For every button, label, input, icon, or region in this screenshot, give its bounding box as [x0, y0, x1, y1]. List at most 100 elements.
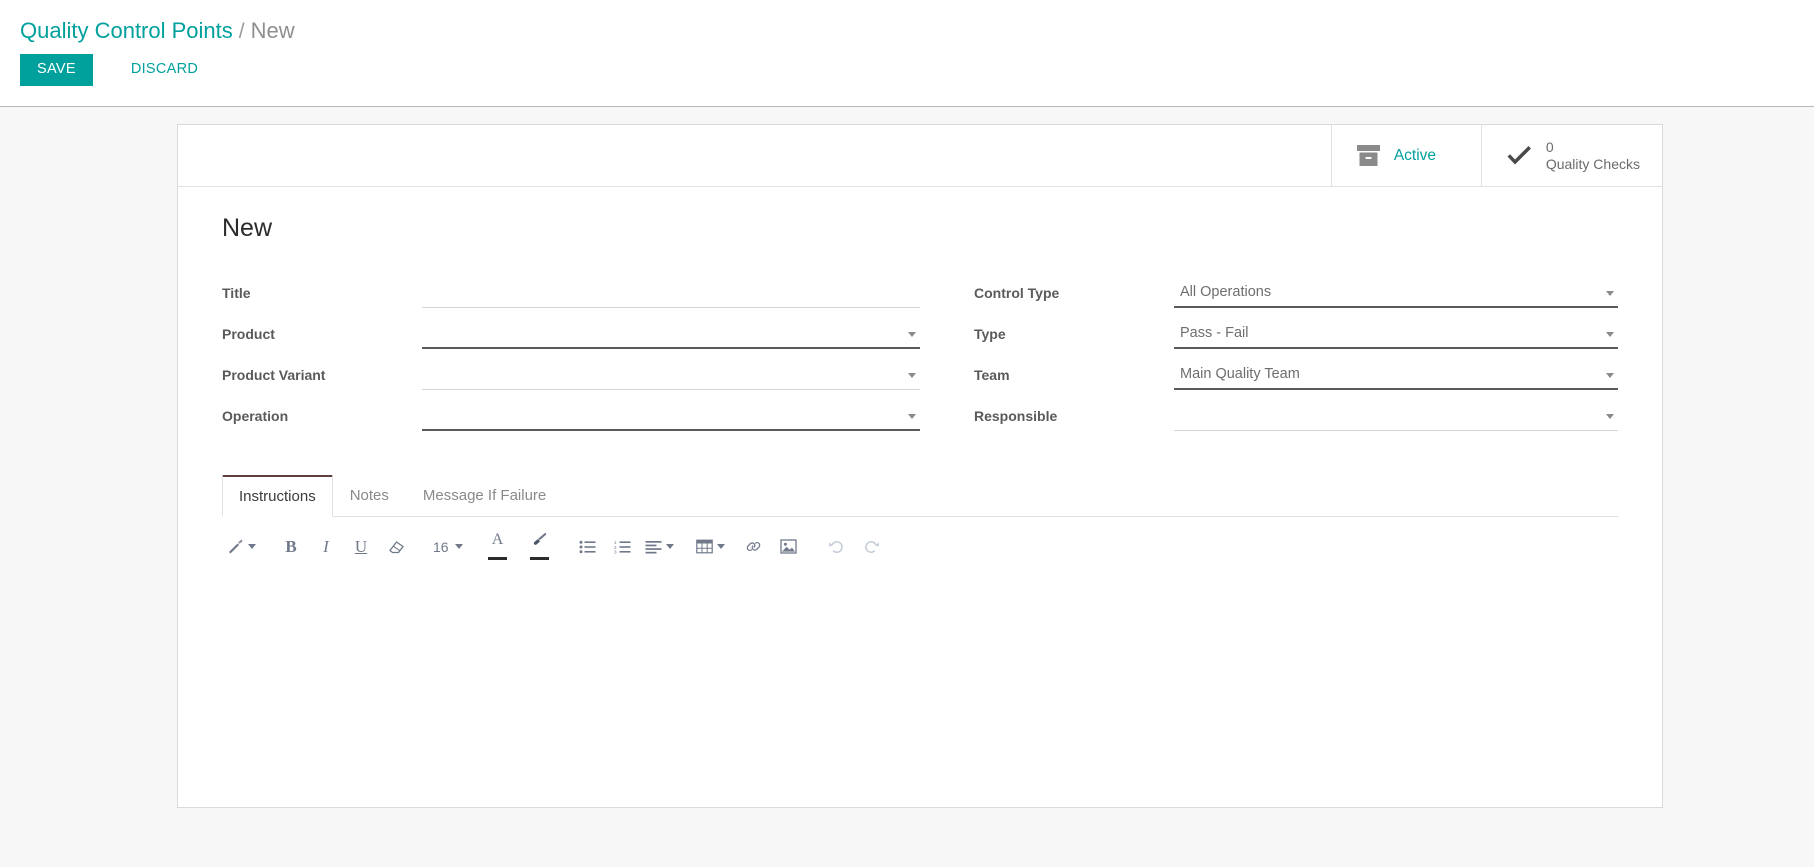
- style-picker-button[interactable]: [224, 534, 259, 560]
- bullet-list-icon: [579, 540, 596, 553]
- tab-panel-instructions: B I U 16 A 1 2 3: [222, 517, 1618, 807]
- toolbar-group-format: B I U: [275, 534, 415, 560]
- field-control-type: [1174, 319, 1618, 349]
- font-size-button[interactable]: 16: [428, 534, 466, 560]
- archive-box-icon: [1356, 144, 1381, 167]
- discard-button[interactable]: DISCARD: [113, 54, 212, 86]
- stat-button-quality-checks-value: 0: [1545, 139, 1554, 156]
- field-control-responsible: [1174, 401, 1618, 431]
- italic-button[interactable]: I: [310, 534, 342, 560]
- team-input[interactable]: [1174, 360, 1618, 390]
- control-panel-buttons: SAVE DISCARD: [20, 54, 1814, 86]
- field-row-title: Title: [222, 278, 920, 309]
- field-control-team: [1174, 360, 1618, 390]
- font-color-button[interactable]: A: [482, 531, 514, 562]
- breadcrumb-root-link[interactable]: Quality Control Points: [20, 18, 233, 43]
- form-groups: Title Product Product Variant Operation …: [222, 278, 1618, 443]
- field-row-control-type: Control Type: [974, 278, 1618, 309]
- responsible-input[interactable]: [1174, 401, 1618, 431]
- form-sheet: Active 0 Quality Checks New Title Produc…: [177, 124, 1663, 808]
- breadcrumb: Quality Control Points / New: [0, 0, 1814, 44]
- field-control-product-variant: [422, 360, 920, 390]
- stat-button-box: Active 0 Quality Checks: [178, 125, 1662, 187]
- form-group-right: Control Type Type Team: [920, 278, 1618, 443]
- breadcrumb-current: New: [250, 18, 295, 43]
- image-icon: [780, 539, 797, 554]
- tab-instructions-label[interactable]: Instructions: [222, 474, 333, 517]
- operation-input[interactable]: [422, 401, 920, 431]
- stat-button-quality-checks[interactable]: 0 Quality Checks: [1480, 125, 1662, 186]
- page-title: New: [222, 214, 273, 242]
- field-label-title: Title: [222, 284, 251, 301]
- align-button[interactable]: [642, 534, 677, 560]
- align-caret-icon: [665, 544, 674, 549]
- control-panel: Quality Control Points / New SAVE DISCARD: [0, 0, 1814, 107]
- toolbar-group-fontsize: 16: [428, 534, 469, 560]
- title-input[interactable]: [422, 278, 920, 308]
- editor-toolbar: B I U 16 A 1 2 3: [222, 517, 1618, 570]
- redo-icon: [865, 541, 879, 553]
- toolbar-group-style: [224, 534, 262, 560]
- field-row-type: Type: [974, 319, 1618, 350]
- field-row-product: Product: [222, 319, 920, 350]
- ordered-list-button[interactable]: 1 2 3: [607, 534, 639, 560]
- stat-button-active-text: Active: [1394, 147, 1436, 165]
- underline-button[interactable]: U: [345, 534, 377, 560]
- control-type-input[interactable]: [1174, 278, 1618, 308]
- toolbar-group-lists: 1 2 3: [572, 534, 680, 560]
- style-picker-caret-icon: [248, 544, 256, 549]
- notebook-tabs: Instructions Notes Message If Failure: [222, 474, 1618, 517]
- check-icon: [1506, 145, 1533, 167]
- align-left-icon: [645, 540, 662, 553]
- unordered-list-button[interactable]: [572, 534, 604, 560]
- magic-wand-icon: [229, 539, 243, 554]
- background-color-swatch: [530, 557, 550, 560]
- bold-button[interactable]: B: [275, 534, 307, 560]
- product-variant-input[interactable]: [422, 360, 920, 390]
- toolbar-group-colors: A: [482, 531, 559, 562]
- image-button[interactable]: [773, 534, 805, 560]
- save-button[interactable]: SAVE: [20, 54, 93, 86]
- content-area: Active 0 Quality Checks New Title Produc…: [0, 107, 1814, 867]
- notebook: Instructions Notes Message If Failure B …: [222, 474, 1618, 807]
- stat-button-active-label: Active: [1393, 146, 1437, 164]
- form-group-left: Title Product Product Variant Operation: [222, 278, 920, 443]
- background-color-button[interactable]: [524, 531, 556, 562]
- numbered-list-icon: 1 2 3: [614, 540, 631, 554]
- field-label-type: Type: [974, 325, 1006, 342]
- link-button[interactable]: [738, 534, 770, 560]
- font-color-letter: A: [491, 531, 504, 548]
- toolbar-group-history: [821, 534, 891, 560]
- toolbar-group-insert: [693, 534, 808, 560]
- field-label-product: Product: [222, 325, 275, 342]
- remove-format-button[interactable]: [380, 534, 412, 560]
- field-label-operation: Operation: [222, 407, 289, 424]
- stat-button-active[interactable]: Active: [1330, 125, 1481, 186]
- form-body: New Title Product Product Variant Operat…: [178, 187, 1662, 807]
- undo-icon: [829, 541, 843, 553]
- tab-message-if-failure[interactable]: Message If Failure: [406, 475, 563, 517]
- eraser-icon: [388, 541, 404, 554]
- font-color-swatch: [488, 557, 508, 560]
- tab-notes[interactable]: Notes: [333, 475, 406, 517]
- tab-instructions[interactable]: Instructions: [222, 474, 333, 517]
- instructions-editor[interactable]: [222, 570, 1618, 797]
- undo-button[interactable]: [821, 534, 853, 560]
- type-input[interactable]: [1174, 319, 1618, 349]
- field-label-product-variant: Product Variant: [222, 366, 326, 383]
- field-control-product: [422, 319, 920, 349]
- font-size-value: 16: [433, 538, 449, 555]
- table-button[interactable]: [693, 534, 728, 560]
- field-label-team: Team: [974, 366, 1010, 383]
- field-row-responsible: Responsible: [974, 401, 1618, 432]
- field-row-operation: Operation: [222, 401, 920, 432]
- field-control-control-type: [1174, 278, 1618, 308]
- paintbrush-icon: [533, 532, 547, 545]
- tab-notes-label[interactable]: Notes: [333, 475, 406, 516]
- stat-button-quality-checks-label: Quality Checks: [1545, 155, 1640, 172]
- tab-message-if-failure-label[interactable]: Message If Failure: [406, 475, 563, 516]
- redo-button[interactable]: [856, 534, 888, 560]
- svg-text:3: 3: [614, 549, 617, 553]
- link-icon: [746, 542, 761, 551]
- product-input[interactable]: [422, 319, 920, 349]
